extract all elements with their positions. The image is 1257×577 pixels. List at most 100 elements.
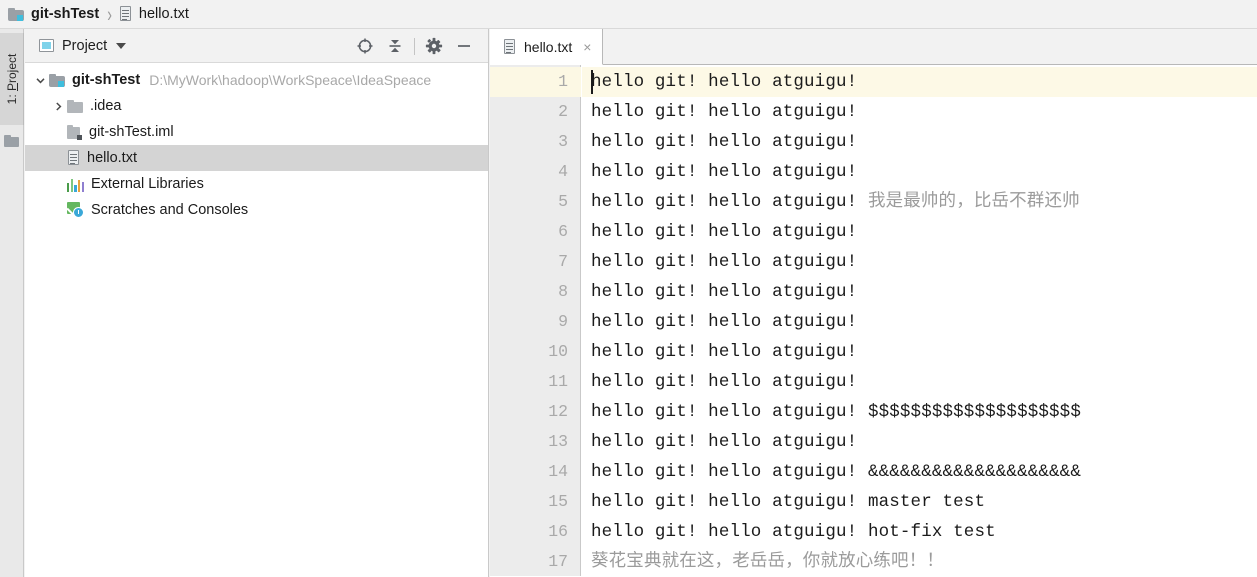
tree-node-scratches-and-consoles[interactable]: Scratches and Consoles bbox=[25, 197, 488, 223]
code-line: hello git! hello atguigu! 我是最帅的，比岳不群还帅 bbox=[591, 187, 1080, 217]
code-line-text: hello git! hello atguigu! bbox=[591, 162, 858, 182]
breadcrumb-item-project[interactable]: git-shTest bbox=[8, 0, 99, 28]
tree-node-label: Scratches and Consoles bbox=[91, 202, 249, 218]
breadcrumb: git-shTest › hello.txt bbox=[0, 0, 1257, 29]
tool-window-button-project[interactable]: 1: Project bbox=[0, 33, 24, 125]
code-line: hello git! hello atguigu! bbox=[591, 427, 857, 457]
editor-area: hello.txt × 1 2 3 4 5 6 7 8 9 10 11 12 13 14 15 16 17 he… bbox=[490, 29, 1257, 577]
tree-node-label: git-shTest bbox=[72, 72, 141, 88]
code-line-text: hello git! hello atguigu! bbox=[591, 282, 858, 302]
folder-icon bbox=[4, 135, 19, 147]
code-line-text: hello git! hello atguigu! bbox=[591, 132, 858, 152]
tree-node-idea[interactable]: .idea bbox=[25, 93, 488, 119]
code-line: 葵花宝典就在这，老岳岳，你就放心练吧！！ bbox=[591, 547, 944, 576]
line-number: 10 bbox=[548, 342, 568, 361]
line-number: 2 bbox=[558, 102, 568, 121]
code-line: hello git! hello atguigu! bbox=[591, 337, 857, 367]
line-number: 13 bbox=[548, 432, 568, 451]
code-line: hello git! hello atguigu! bbox=[591, 97, 857, 127]
settings-gear-icon[interactable] bbox=[419, 32, 449, 60]
code-line-text: hello git! hello atguigu! bbox=[591, 222, 858, 242]
code-line: hello git! hello atguigu! $$$$$$$$$$$$$$… bbox=[591, 397, 1081, 427]
idea-window: git-shTest › hello.txt 1: Project Projec… bbox=[0, 0, 1257, 577]
code-line-text: hello git! hello atguigu! bbox=[591, 252, 858, 272]
folder-icon bbox=[67, 99, 83, 113]
tool-window-strip-left: 1: Project bbox=[0, 29, 24, 577]
code-line-text: hello git! hello atguigu! bbox=[591, 192, 868, 212]
line-number: 12 bbox=[548, 402, 568, 421]
hide-window-icon[interactable] bbox=[449, 32, 479, 60]
scratches-icon bbox=[67, 202, 84, 218]
code-line: hello git! hello atguigu! bbox=[591, 367, 857, 397]
code-line: hello git! hello atguigu! bbox=[591, 67, 857, 97]
project-panel-header: Project bbox=[25, 29, 488, 63]
line-number: 14 bbox=[548, 462, 568, 481]
code-line-text: hello git! hello atguigu! hot-fix test bbox=[591, 522, 996, 542]
line-number: 8 bbox=[558, 282, 568, 301]
code-line-cjk-text: 我是最帅的，比岳不群还帅 bbox=[867, 192, 1080, 212]
line-number-gutter: 1 2 3 4 5 6 7 8 9 10 11 12 13 14 15 16 17 bbox=[490, 65, 581, 576]
chevron-right-icon[interactable] bbox=[49, 101, 67, 112]
tree-node-label: .idea bbox=[90, 98, 122, 114]
code-line-text: hello git! hello atguigu! bbox=[591, 342, 858, 362]
tree-node-external-libraries[interactable]: External Libraries bbox=[25, 171, 488, 197]
code-line: hello git! hello atguigu! &&&&&&&&&&&&&&… bbox=[591, 457, 1081, 487]
line-number: 9 bbox=[558, 312, 568, 331]
close-icon[interactable]: × bbox=[583, 40, 591, 54]
text-file-icon bbox=[503, 38, 516, 55]
breadcrumb-separator: › bbox=[107, 2, 112, 26]
tool-window-button-project-label: 1: Project bbox=[4, 53, 19, 105]
code-line: hello git! hello atguigu! bbox=[591, 277, 857, 307]
tree-node-path: D:\MyWork\hadoop\WorkSpeace\IdeaSpeace bbox=[149, 72, 432, 88]
breadcrumb-item-file[interactable]: hello.txt bbox=[119, 0, 189, 28]
toolbar-divider bbox=[414, 37, 415, 55]
code-line: hello git! hello atguigu! bbox=[591, 307, 857, 337]
project-tree: git-shTest D:\MyWork\hadoop\WorkSpeace\I… bbox=[25, 63, 488, 223]
line-number: 5 bbox=[558, 192, 568, 211]
code-line: hello git! hello atguigu! master test bbox=[591, 487, 985, 517]
code-line-text: hello git! hello atguigu! bbox=[591, 72, 858, 92]
select-opened-file-icon[interactable] bbox=[350, 32, 380, 60]
project-panel-title: Project bbox=[62, 37, 108, 54]
code-line-text: hello git! hello atguigu! bbox=[591, 372, 858, 392]
code-line-text: hello git! hello atguigu! &&&&&&&&&&&&&&… bbox=[591, 462, 1081, 482]
project-tool-window: Project git-shTest D:\MyWork\hadoop\Work… bbox=[25, 29, 489, 577]
tree-node-label: External Libraries bbox=[91, 176, 204, 192]
code-editor[interactable]: 1 2 3 4 5 6 7 8 9 10 11 12 13 14 15 16 17 hello git! hel… bbox=[490, 65, 1257, 576]
line-number: 11 bbox=[548, 372, 568, 391]
code-line: hello git! hello atguigu! bbox=[591, 247, 857, 277]
code-line-text: hello git! hello atguigu! $$$$$$$$$$$$$$… bbox=[591, 402, 1081, 422]
code-line-text: hello git! hello atguigu! bbox=[591, 432, 858, 452]
code-line: hello git! hello atguigu! bbox=[591, 157, 857, 187]
editor-tab-hello-txt[interactable]: hello.txt × bbox=[490, 29, 604, 65]
breadcrumb-file-label: hello.txt bbox=[138, 6, 189, 22]
breadcrumb-project-label: git-shTest bbox=[31, 6, 100, 22]
chevron-down-icon[interactable] bbox=[116, 42, 127, 49]
project-panel-actions bbox=[350, 29, 479, 63]
code-line: hello git! hello atguigu! bbox=[591, 127, 857, 157]
code-line-text: hello git! hello atguigu! bbox=[591, 312, 858, 332]
text-file-icon bbox=[67, 150, 80, 166]
line-number: 7 bbox=[558, 252, 568, 271]
text-caret bbox=[591, 70, 593, 94]
tree-node-git-shtest[interactable]: git-shTest D:\MyWork\hadoop\WorkSpeace\I… bbox=[25, 67, 488, 93]
module-file-icon bbox=[67, 124, 82, 140]
collapse-all-icon[interactable] bbox=[380, 32, 410, 60]
tree-node-git-shtest-iml[interactable]: git-shTest.iml bbox=[25, 119, 488, 145]
tree-node-hello-txt[interactable]: hello.txt bbox=[25, 145, 488, 171]
line-number: 1 bbox=[558, 72, 568, 91]
code-line-cjk-text: 葵花宝典就在这，老岳岳，你就放心练吧！！ bbox=[591, 552, 944, 572]
project-view-selector[interactable]: Project bbox=[39, 37, 127, 54]
code-line: hello git! hello atguigu! hot-fix test bbox=[591, 517, 996, 547]
line-number: 3 bbox=[558, 132, 568, 151]
code-line-text: hello git! hello atguigu! bbox=[591, 102, 858, 122]
code-text-area[interactable]: hello git! hello atguigu! hello git! hell… bbox=[582, 65, 1257, 576]
project-folder-icon bbox=[49, 73, 65, 87]
line-number: 6 bbox=[558, 222, 568, 241]
project-window-icon bbox=[39, 39, 54, 52]
line-number: 17 bbox=[548, 552, 568, 571]
line-number: 16 bbox=[548, 522, 568, 541]
text-file-icon bbox=[119, 6, 132, 22]
chevron-down-icon[interactable] bbox=[31, 75, 49, 86]
line-number: 15 bbox=[548, 492, 568, 511]
